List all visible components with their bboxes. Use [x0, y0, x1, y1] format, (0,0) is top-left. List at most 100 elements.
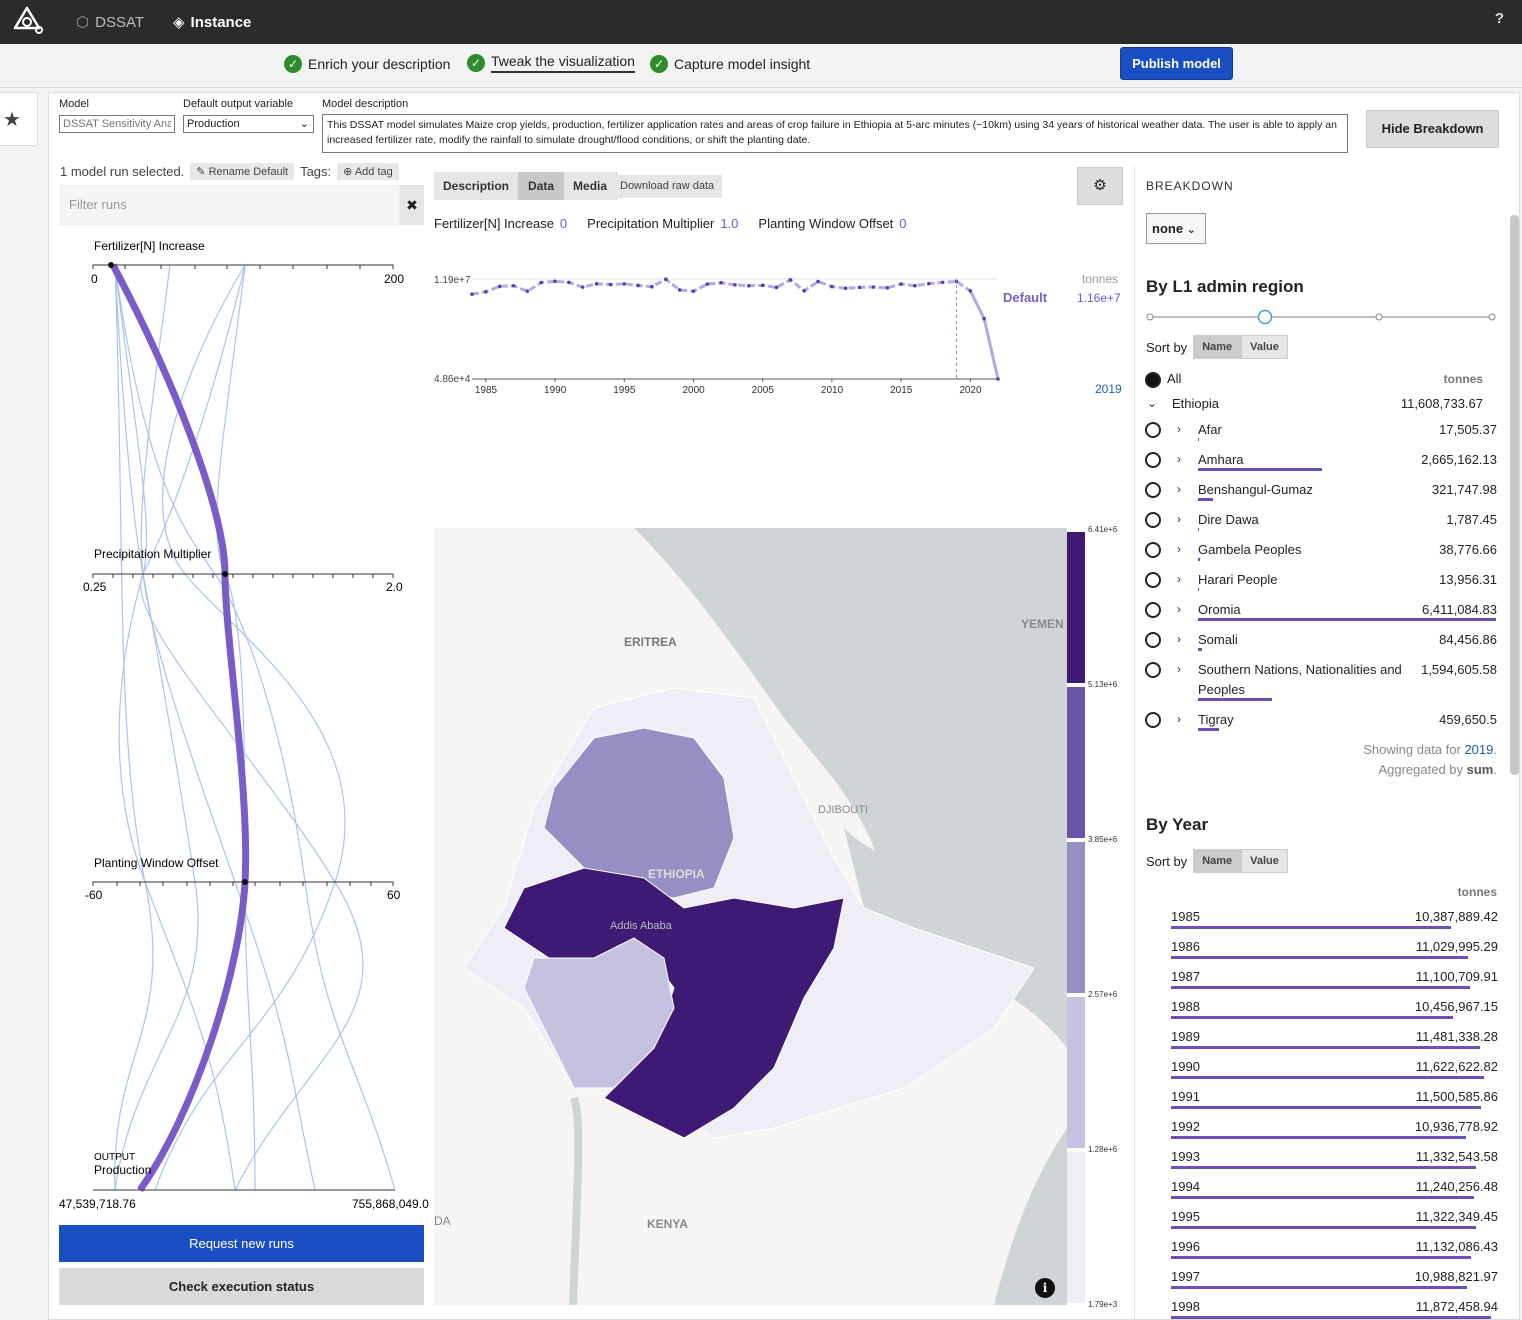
data-point[interactable] — [497, 284, 502, 289]
nav-instance[interactable]: ◈ Instance — [173, 0, 251, 44]
chevron-right-icon[interactable]: › — [1177, 712, 1181, 726]
request-new-runs-button[interactable]: Request new runs — [59, 1225, 424, 1262]
region-radio[interactable] — [1145, 602, 1161, 618]
sort-name-button[interactable]: Name — [1193, 849, 1242, 873]
region-radio[interactable] — [1145, 662, 1161, 678]
slider-handle[interactable] — [1257, 309, 1273, 325]
output-variable-select[interactable]: Production ⌄ — [183, 115, 314, 133]
chevron-right-icon[interactable]: › — [1177, 632, 1181, 646]
step-enrich-description[interactable]: ✓ Enrich your description — [284, 55, 450, 73]
data-point[interactable] — [567, 280, 571, 285]
chevron-right-icon[interactable]: › — [1177, 572, 1181, 586]
region-radio[interactable] — [1145, 632, 1161, 648]
data-point[interactable] — [705, 282, 710, 286]
parallel-coordinates-chart[interactable]: Fertilizer[N] Increase 0 200 Precipitati… — [55, 232, 430, 1217]
slider-stop[interactable] — [1146, 313, 1154, 321]
slider-stop[interactable] — [1375, 313, 1383, 321]
data-point[interactable] — [802, 289, 807, 293]
data-point[interactable] — [968, 289, 973, 293]
chevron-right-icon[interactable]: › — [1177, 482, 1181, 496]
data-point[interactable] — [982, 316, 986, 321]
tab-description[interactable]: Description — [434, 172, 520, 200]
model-name-input[interactable] — [59, 115, 175, 133]
data-point[interactable] — [622, 282, 627, 286]
info-icon[interactable]: i — [1035, 1278, 1055, 1298]
tab-data[interactable]: Data — [519, 172, 565, 200]
chevron-down-icon[interactable]: ⌄ — [1147, 396, 1157, 410]
nav-dssat[interactable]: ⬡ DSSAT — [76, 0, 144, 44]
data-point[interactable] — [650, 284, 654, 289]
hide-breakdown-button[interactable]: Hide Breakdown — [1366, 110, 1499, 148]
chevron-right-icon[interactable]: › — [1177, 542, 1181, 556]
sort-value-button[interactable]: Value — [1241, 335, 1288, 359]
region-radio[interactable] — [1145, 452, 1161, 468]
region-radio[interactable] — [1145, 422, 1161, 438]
data-point[interactable] — [899, 282, 903, 286]
data-point[interactable] — [719, 280, 723, 285]
slider-stop[interactable] — [1488, 313, 1496, 321]
data-point[interactable] — [774, 285, 779, 290]
showing-year-link[interactable]: 2019 — [1464, 742, 1493, 757]
choropleth-map[interactable]: ERITREA YEMEN DJIBOUTI ETHIOPIA Addis Ab… — [434, 528, 1067, 1305]
step-tweak-visualization[interactable]: ✓ Tweak the visualization — [467, 53, 635, 73]
data-point[interactable] — [594, 281, 599, 286]
radio-all[interactable] — [1145, 372, 1161, 388]
admin-level-slider[interactable] — [1146, 308, 1498, 326]
data-point[interactable] — [747, 283, 751, 288]
step-capture-insight[interactable]: ✓ Capture model insight — [650, 55, 810, 73]
region-radio[interactable] — [1145, 482, 1161, 498]
data-point[interactable] — [677, 288, 682, 292]
clear-filter-button[interactable]: ✖ — [400, 185, 424, 225]
data-point[interactable] — [733, 283, 737, 287]
data-point[interactable] — [843, 286, 848, 291]
data-point[interactable] — [816, 279, 820, 284]
data-point[interactable] — [857, 285, 862, 290]
data-point[interactable] — [553, 279, 557, 284]
data-point[interactable] — [788, 278, 793, 282]
sort-value-button[interactable]: Value — [1241, 849, 1288, 873]
data-point[interactable] — [580, 285, 585, 289]
breakdown-dropdown[interactable]: none ⌄ — [1146, 213, 1206, 244]
app-logo-icon[interactable] — [10, 4, 44, 38]
data-point[interactable] — [871, 285, 876, 289]
data-point[interactable] — [539, 280, 544, 285]
timeseries-chart[interactable]: 1.19e+7 4.86e+4 tonnes Default 1.16e+7 2… — [432, 265, 1126, 400]
sort-name-button[interactable]: Name — [1193, 335, 1242, 359]
rename-default-button[interactable]: ✎ Rename Default — [190, 163, 295, 180]
filter-runs-input[interactable]: Filter runs — [60, 185, 400, 225]
data-point[interactable] — [484, 289, 488, 294]
data-point[interactable] — [830, 284, 834, 289]
data-point[interactable] — [996, 377, 1000, 381]
region-radio[interactable] — [1145, 712, 1161, 728]
help-button[interactable]: ? — [1495, 10, 1504, 27]
data-point[interactable] — [525, 289, 530, 293]
data-point[interactable] — [760, 283, 765, 288]
tab-media[interactable]: Media — [564, 172, 618, 200]
chevron-right-icon[interactable]: › — [1177, 452, 1181, 466]
data-point[interactable] — [608, 282, 613, 287]
settings-button[interactable]: ⚙ — [1077, 167, 1123, 205]
add-tag-button[interactable]: ⊕ Add tag — [337, 163, 399, 180]
chevron-right-icon[interactable]: › — [1177, 512, 1181, 526]
breakdown-scrollbar[interactable] — [1510, 215, 1519, 775]
region-radio[interactable] — [1145, 512, 1161, 528]
star-icon[interactable]: ★ — [3, 107, 21, 132]
region-radio[interactable] — [1145, 572, 1161, 588]
chevron-right-icon[interactable]: › — [1177, 422, 1181, 436]
data-point[interactable] — [636, 283, 640, 288]
data-point[interactable] — [663, 277, 668, 282]
data-point[interactable] — [926, 281, 931, 286]
region-radio[interactable] — [1145, 542, 1161, 558]
chevron-right-icon[interactable]: › — [1177, 662, 1181, 676]
chevron-right-icon[interactable]: › — [1177, 602, 1181, 616]
data-point[interactable] — [470, 292, 474, 296]
data-point[interactable] — [691, 289, 696, 294]
check-execution-status-button[interactable]: Check execution status — [59, 1268, 424, 1305]
publish-model-button[interactable]: Publish model — [1120, 47, 1233, 80]
download-raw-data-button[interactable]: Download raw data — [612, 175, 723, 198]
data-point[interactable] — [885, 286, 890, 290]
data-point[interactable] — [511, 283, 516, 288]
data-point[interactable] — [913, 283, 917, 288]
model-description-input[interactable]: This DSSAT model simulates Maize crop yi… — [322, 114, 1348, 153]
data-point[interactable] — [940, 280, 945, 285]
